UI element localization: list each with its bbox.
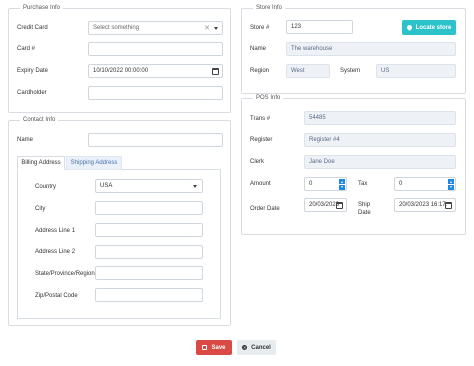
chevron-down-icon[interactable] [193, 185, 197, 188]
city-label: City [35, 206, 46, 212]
tab-billing-address[interactable]: Billing Address [17, 156, 65, 170]
store-number-input[interactable]: 123 [286, 20, 353, 34]
tax-value: 0 [399, 181, 403, 187]
state-label: State/Province/Region [35, 271, 95, 277]
save-label: Save [211, 344, 226, 351]
cardholder-label: Cardholder [17, 90, 47, 96]
contact-info-legend: Contact Info [20, 117, 59, 123]
address-line-2-input[interactable] [95, 245, 203, 259]
address-line-1-label: Address Line 1 [35, 228, 76, 234]
order-date-value: 20/03/2023 [309, 202, 340, 208]
expiry-date-label: Expiry Date [17, 68, 49, 74]
credit-card-placeholder: Select something [93, 25, 140, 31]
pos-info-legend: POS Info [253, 95, 284, 101]
expiry-date-value: 10/10/2022 00:00:00 [93, 68, 149, 74]
map-pin-icon [405, 23, 413, 32]
amount-input[interactable]: 0 [304, 177, 347, 191]
cardholder-input[interactable] [88, 86, 223, 100]
calendar-icon[interactable] [336, 202, 343, 209]
region-input: West [286, 64, 330, 78]
state-input[interactable] [95, 266, 203, 280]
city-input[interactable] [95, 201, 203, 215]
amount-value: 0 [309, 181, 313, 187]
decrement-icon[interactable] [339, 184, 345, 190]
decrement-icon[interactable] [448, 184, 454, 190]
contact-name-input[interactable] [88, 133, 223, 147]
locate-store-button[interactable]: Locate store [402, 20, 456, 35]
system-input: US [376, 64, 456, 78]
zip-input[interactable] [95, 288, 203, 302]
cancel-icon: ✕ [242, 345, 248, 350]
tax-spinner[interactable] [448, 179, 454, 190]
store-name-label: Name [250, 46, 267, 52]
country-select[interactable]: USA [95, 179, 203, 193]
calendar-icon[interactable] [445, 202, 452, 209]
order-date-input[interactable]: 20/03/2023 [304, 198, 347, 212]
card-number-input[interactable] [88, 42, 223, 56]
register-input: Register #4 [304, 133, 456, 147]
clerk-input: Jane Doe [304, 155, 456, 169]
address-line-1-input[interactable] [95, 223, 203, 237]
credit-card-label: Credit Card [17, 25, 48, 31]
tax-input[interactable]: 0 [394, 177, 456, 191]
store-info-legend: Store Info [253, 5, 286, 11]
expiry-date-input[interactable]: 10/10/2022 00:00:00 [88, 64, 223, 78]
register-label: Register [250, 137, 273, 143]
country-value: USA [100, 183, 113, 189]
ship-date-label-line2: Date [358, 210, 371, 216]
save-button[interactable]: Save [196, 340, 232, 355]
store-name-input: The warehouse [286, 42, 456, 56]
increment-icon[interactable] [448, 179, 454, 184]
chevron-down-icon[interactable] [214, 27, 218, 30]
cancel-label: Cancel [251, 344, 271, 351]
tab-shipping-address[interactable]: Shipping Address [66, 156, 122, 170]
ship-date-label-line1: Ship [358, 202, 371, 208]
order-date-label: Order Date [250, 206, 280, 212]
clear-icon[interactable]: ✕ [204, 24, 210, 32]
system-label: System [340, 68, 361, 74]
increment-icon[interactable] [339, 179, 345, 184]
store-number-label: Store # [250, 25, 270, 31]
tax-label: Tax [358, 181, 368, 187]
cancel-button[interactable]: ✕ Cancel [237, 340, 276, 355]
card-number-label: Card # [17, 46, 36, 52]
ship-date-value: 20/03/2023 16:17: [399, 202, 448, 208]
region-label: Region [250, 68, 270, 74]
amount-label: Amount [250, 181, 271, 187]
amount-spinner[interactable] [339, 179, 345, 190]
contact-name-label: Name [17, 137, 34, 143]
address-line-2-label: Address Line 2 [35, 249, 76, 255]
locate-store-label: Locate store [415, 24, 452, 31]
zip-label: Zip/Postal Code [35, 293, 78, 299]
purchase-info-legend: Purchase Info [20, 5, 64, 11]
save-icon [202, 345, 208, 350]
country-label: Country [35, 184, 57, 190]
clerk-label: Clerk [250, 159, 265, 165]
trans-number-label: Trans # [250, 116, 271, 122]
calendar-icon[interactable] [212, 68, 219, 75]
trans-number-input: 54485 [304, 111, 456, 125]
credit-card-select[interactable]: Select something ✕ [88, 21, 223, 35]
ship-date-input[interactable]: 20/03/2023 16:17: [394, 198, 456, 212]
